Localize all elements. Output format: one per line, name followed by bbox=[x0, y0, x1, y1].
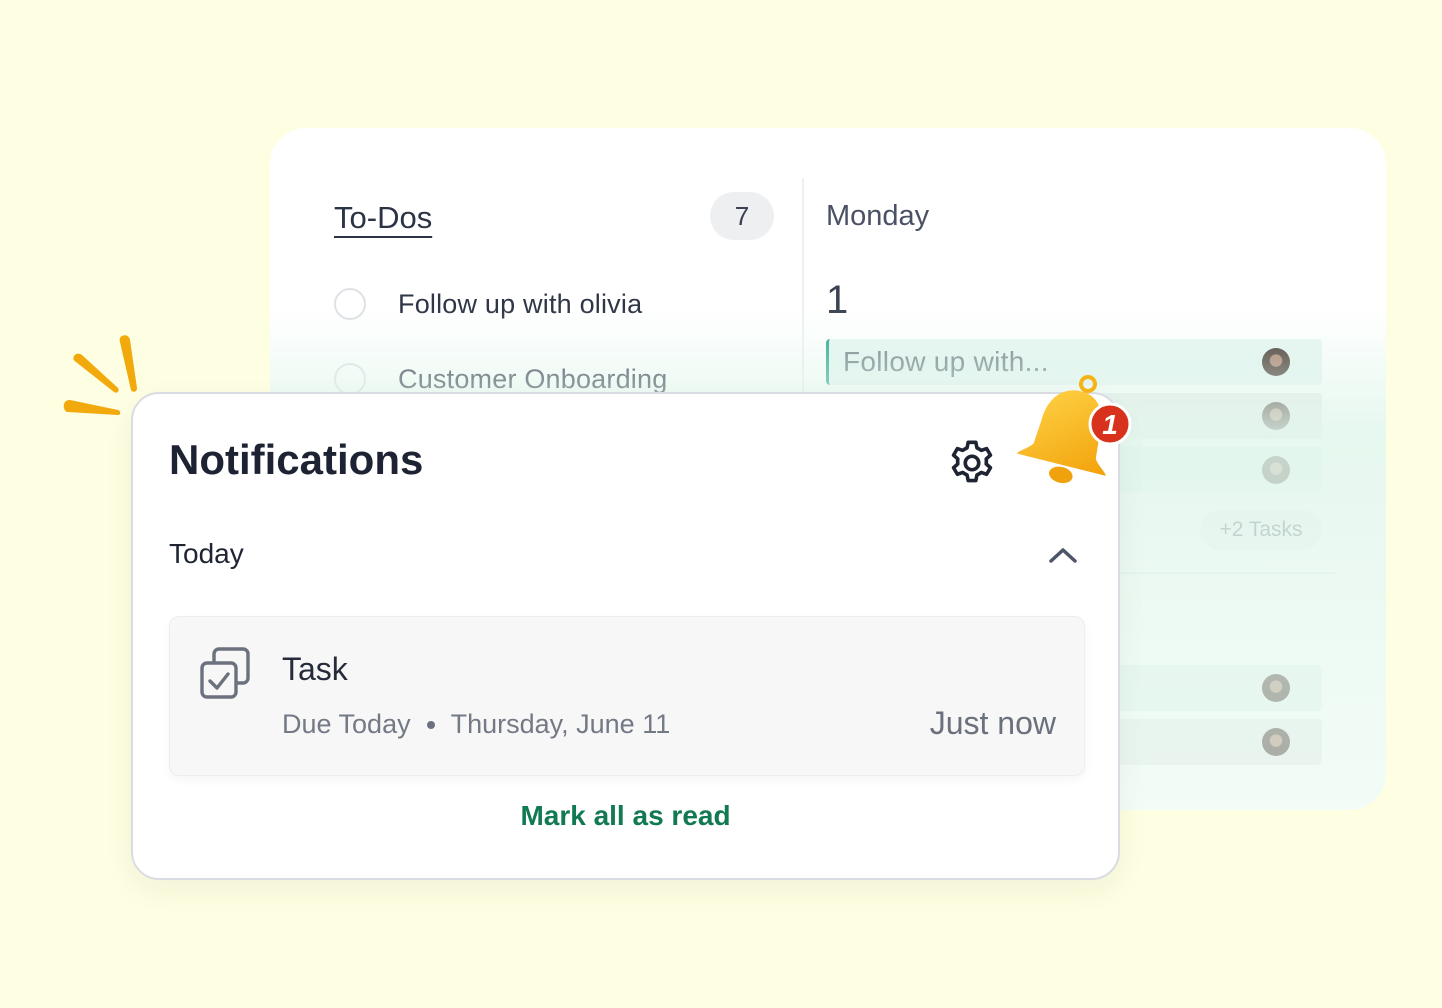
bell-icon[interactable]: 1 bbox=[1004, 372, 1136, 494]
mark-all-read-button[interactable]: Mark all as read bbox=[133, 800, 1118, 832]
todo-checkbox[interactable] bbox=[334, 363, 366, 395]
todo-checkbox[interactable] bbox=[334, 288, 366, 320]
avatar bbox=[1262, 674, 1290, 702]
task-checkbox-icon bbox=[200, 647, 250, 699]
todo-item-label: Follow up with olivia bbox=[398, 288, 643, 319]
notification-title: Task bbox=[282, 651, 348, 687]
notification-item[interactable]: Task Due Today Thursday, June 11 Just no… bbox=[169, 616, 1085, 776]
todo-item-label: Customer Onboarding bbox=[398, 363, 668, 394]
bell-badge-count: 1 bbox=[1102, 409, 1118, 440]
notifications-panel: Notifications Today Task Due Today Thurs… bbox=[131, 392, 1120, 880]
due-label: Due Today bbox=[282, 709, 411, 739]
notifications-title: Notifications bbox=[169, 436, 424, 483]
due-date: Thursday, June 11 bbox=[450, 709, 671, 739]
more-tasks-pill[interactable]: +2 Tasks bbox=[1200, 510, 1322, 550]
gear-icon[interactable] bbox=[945, 436, 999, 490]
section-today-label: Today bbox=[169, 538, 244, 569]
separator-dot bbox=[426, 720, 435, 729]
day-number: 1 bbox=[826, 278, 849, 322]
notification-time: Just now bbox=[929, 705, 1056, 741]
todos-title[interactable]: To-Dos bbox=[334, 200, 432, 236]
todo-item[interactable]: Follow up with olivia bbox=[334, 284, 642, 324]
chevron-up-icon[interactable] bbox=[1045, 540, 1081, 570]
avatar bbox=[1262, 402, 1290, 430]
avatar bbox=[1262, 456, 1290, 484]
avatar bbox=[1262, 348, 1290, 376]
section-divider bbox=[1116, 572, 1336, 574]
day-name: Monday bbox=[826, 200, 930, 232]
todos-count-badge: 7 bbox=[710, 192, 774, 240]
notification-meta: Due Today Thursday, June 11 bbox=[282, 709, 670, 740]
avatar bbox=[1262, 728, 1290, 756]
